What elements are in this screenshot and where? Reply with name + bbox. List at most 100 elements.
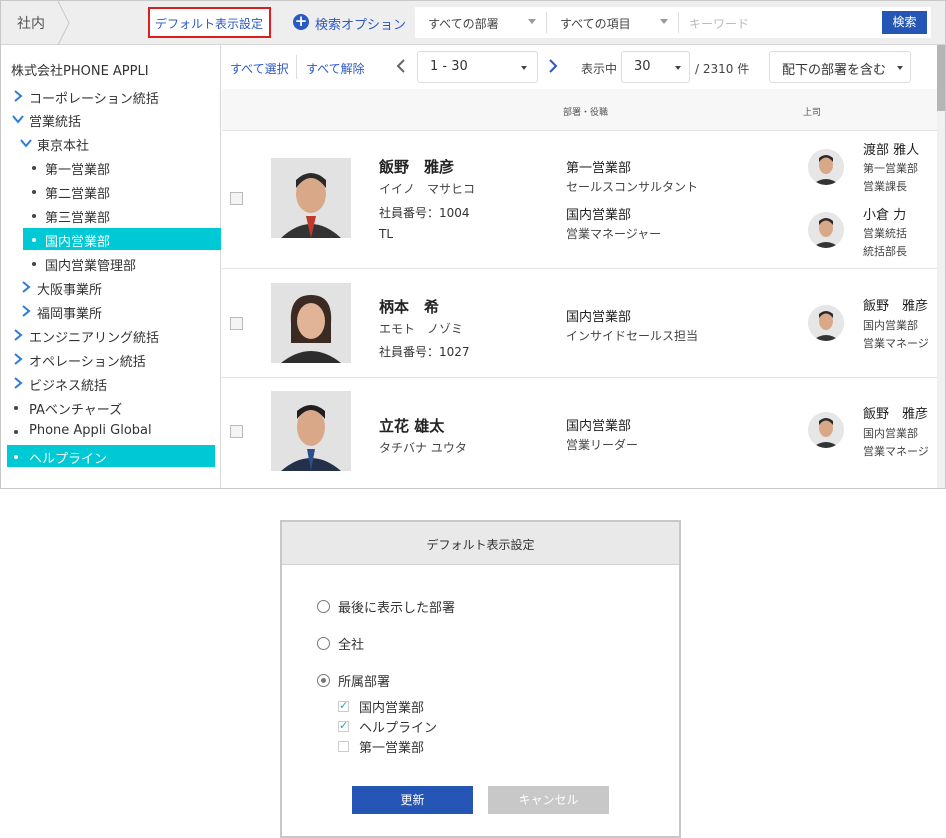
tree-item-corporation[interactable]: コーポレーション統括 bbox=[9, 85, 214, 107]
divider bbox=[678, 12, 679, 33]
employee-name[interactable]: 立花 雄太 bbox=[379, 415, 444, 436]
table-header: 部署・役職 上司 bbox=[222, 89, 937, 131]
include-sub-departments-select[interactable]: 配下の部署を含む bbox=[769, 51, 911, 83]
tree-item-domestic-sales-admin[interactable]: 国内営業管理部 bbox=[23, 252, 221, 274]
dialog-header: デフォルト表示設定 bbox=[282, 522, 679, 565]
person-avatar-icon bbox=[808, 305, 844, 341]
tree-item-label: 福岡事業所 bbox=[37, 307, 103, 322]
checkbox-helpline[interactable] bbox=[338, 719, 349, 732]
employee-name[interactable]: 飯野 雅彦 bbox=[379, 156, 454, 177]
select-all-link[interactable]: すべて選択 bbox=[230, 60, 289, 77]
boss-name[interactable]: 渡部 雅人 bbox=[863, 139, 919, 158]
checkbox-domestic-sales[interactable] bbox=[338, 699, 349, 712]
tree-item-sales[interactable]: 営業統括 bbox=[9, 108, 214, 130]
boss-avatar[interactable] bbox=[808, 149, 844, 185]
chevron-left-icon[interactable] bbox=[395, 58, 407, 74]
chevron-right-icon bbox=[14, 329, 23, 341]
row-checkbox[interactable] bbox=[230, 192, 243, 205]
update-button[interactable]: 更新 bbox=[352, 786, 473, 814]
chevron-right-icon[interactable] bbox=[547, 58, 559, 74]
tree-item-label: 東京本社 bbox=[37, 139, 90, 154]
company-name[interactable]: 株式会社PHONE APPLI bbox=[11, 60, 149, 79]
tree-item-helpline[interactable]: ヘルプライン bbox=[7, 445, 215, 467]
search-button[interactable]: 検索 bbox=[882, 11, 927, 34]
bullet bbox=[32, 166, 36, 170]
item-select[interactable]: すべての項目 bbox=[547, 7, 678, 38]
tree-item-label: 第一営業部 bbox=[45, 163, 111, 178]
table-row[interactable]: 飯野 雅彦 イイノ マサヒコ 社員番号：1004 TL 第一営業部 セールスコン… bbox=[222, 132, 937, 269]
person-avatar-icon bbox=[808, 412, 844, 448]
tree-item-domestic-sales[interactable]: 国内営業部 bbox=[23, 228, 221, 250]
boss-department: 第一営業部 bbox=[863, 162, 918, 175]
tree-item-label: 第二営業部 bbox=[45, 187, 111, 202]
per-page-value: 30 bbox=[634, 59, 651, 74]
employee-list-panel: すべて選択 すべて解除 1 - 30 表示中 30 / 2310 件 配下の部署… bbox=[222, 45, 937, 488]
search-options-label: 検索オプション bbox=[315, 18, 407, 33]
employee-name[interactable]: 柄本 希 bbox=[379, 296, 439, 317]
employee-photo bbox=[271, 283, 351, 363]
tree-item-label: 第三営業部 bbox=[45, 211, 111, 226]
table-row[interactable]: 柄本 希 エモト ノゾミ 社員番号：1027 国内営業部 インサイドセールス担当… bbox=[222, 270, 937, 378]
boss-avatar[interactable] bbox=[808, 305, 844, 341]
checkbox-sales-dept-1[interactable] bbox=[338, 741, 349, 752]
tree-item-label: 営業統括 bbox=[29, 115, 82, 130]
tree-item-fukuoka[interactable]: 福岡事業所 bbox=[17, 300, 214, 322]
department-tree-sidebar: 株式会社PHONE APPLI コーポレーション統括 営業統括 東京本社 第一営… bbox=[1, 45, 221, 488]
keyword-input[interactable]: キーワード bbox=[689, 15, 749, 32]
boss-name[interactable]: 飯野 雅彦 bbox=[863, 295, 928, 314]
bullet bbox=[32, 214, 36, 218]
tree-item-pa-ventures[interactable]: PAベンチャーズ bbox=[7, 396, 215, 418]
search-bar: すべての部署 すべての項目 キーワード 検索 bbox=[415, 7, 931, 38]
tree-item-label: エンジニアリング統括 bbox=[29, 331, 160, 346]
position-role: セールスコンサルタント bbox=[566, 180, 699, 194]
department-select-value: すべての部署 bbox=[428, 17, 499, 31]
page-range-value: 1 - 30 bbox=[430, 59, 468, 74]
row-checkbox[interactable] bbox=[230, 317, 243, 330]
tree-item-label: PAベンチャーズ bbox=[29, 403, 123, 418]
chevron-down-icon bbox=[20, 139, 32, 148]
radio-label[interactable]: 最後に表示した部署 bbox=[338, 597, 455, 616]
column-header-boss: 上司 bbox=[803, 108, 822, 118]
breadcrumb[interactable]: 社内 bbox=[1, 1, 71, 45]
position-department: 第一営業部 bbox=[566, 161, 632, 176]
person-photo-icon bbox=[271, 391, 351, 471]
cancel-button[interactable]: キャンセル bbox=[488, 786, 609, 814]
bullet bbox=[32, 238, 36, 242]
employee-kana: イイノ マサヒコ bbox=[379, 182, 476, 196]
bullet bbox=[32, 262, 36, 266]
radio-label[interactable]: 所属部署 bbox=[338, 671, 390, 690]
per-page-select[interactable]: 30 bbox=[621, 51, 690, 83]
item-select-value: すべての項目 bbox=[560, 17, 631, 31]
radio-label[interactable]: 全社 bbox=[338, 634, 364, 653]
checkbox-label[interactable]: 国内営業部 bbox=[359, 697, 424, 716]
tree-item-osaka[interactable]: 大阪事業所 bbox=[17, 276, 214, 298]
tree-item-tokyo[interactable]: 東京本社 bbox=[17, 132, 214, 154]
vertical-scrollbar[interactable] bbox=[937, 45, 945, 488]
row-checkbox[interactable] bbox=[230, 425, 243, 438]
boss-name[interactable]: 小倉 力 bbox=[863, 204, 906, 223]
tree-item-sales-dept-1[interactable]: 第一営業部 bbox=[23, 156, 221, 178]
page-range-select[interactable]: 1 - 30 bbox=[417, 51, 538, 83]
checkbox-label[interactable]: 第一営業部 bbox=[359, 737, 424, 756]
bullet bbox=[32, 190, 36, 194]
default-display-setting-link[interactable]: デフォルト表示設定 bbox=[148, 7, 271, 38]
boss-avatar[interactable] bbox=[808, 412, 844, 448]
radio-whole-company[interactable] bbox=[317, 637, 330, 650]
table-row[interactable]: 立花 雄太 タチバナ ユウタ 国内営業部 営業リーダー 飯野 雅彦 国内営業部 … bbox=[222, 379, 937, 488]
tree-item-business[interactable]: ビジネス統括 bbox=[9, 372, 214, 394]
column-header-department: 部署・役職 bbox=[563, 108, 609, 118]
boss-name[interactable]: 飯野 雅彦 bbox=[863, 403, 928, 422]
department-select[interactable]: すべての部署 bbox=[415, 7, 546, 38]
radio-own-department[interactable] bbox=[317, 674, 330, 687]
tree-item-sales-dept-2[interactable]: 第二営業部 bbox=[23, 180, 221, 202]
tree-item-operations[interactable]: オペレーション統括 bbox=[9, 348, 214, 370]
deselect-all-link[interactable]: すべて解除 bbox=[306, 60, 365, 77]
radio-last-viewed-department[interactable] bbox=[317, 600, 330, 613]
tree-item-engineering[interactable]: エンジニアリング統括 bbox=[9, 324, 214, 346]
tree-item-phone-appli-global[interactable]: Phone Appli Global bbox=[7, 420, 215, 442]
tree-item-sales-dept-3[interactable]: 第三営業部 bbox=[23, 204, 221, 226]
scrollbar-thumb[interactable] bbox=[937, 45, 945, 111]
checkbox-label[interactable]: ヘルプライン bbox=[359, 717, 437, 736]
boss-avatar[interactable] bbox=[808, 212, 844, 248]
boss-title: 営業マネージ bbox=[863, 445, 929, 458]
